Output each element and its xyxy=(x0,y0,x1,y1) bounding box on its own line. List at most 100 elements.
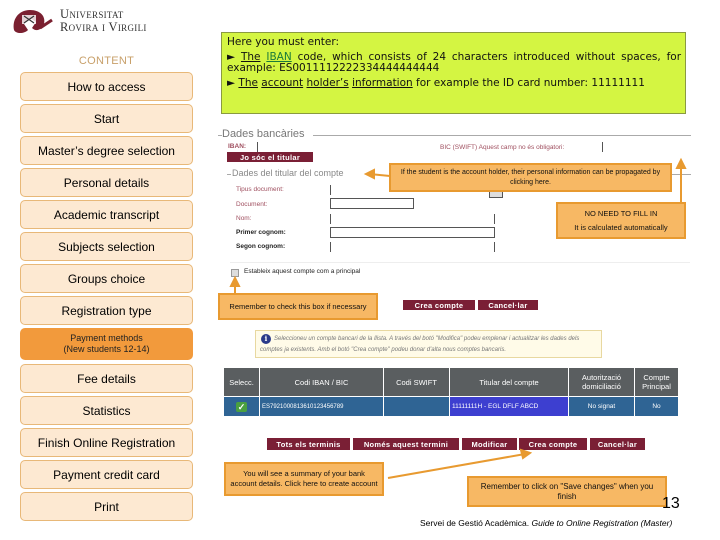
select-cell[interactable]: ✓ xyxy=(223,396,260,417)
nav-payment-methods[interactable]: Payment methods (New students 12-14) xyxy=(20,328,193,360)
all-terms-button[interactable]: Tots els terminis xyxy=(267,438,350,450)
nav-print[interactable]: Print xyxy=(20,492,193,521)
arrow-summary xyxy=(387,453,526,479)
bank-details-legend: Dades bancàries xyxy=(222,128,305,140)
nav-label: Fee details xyxy=(77,371,136,386)
bullet-icon: ► xyxy=(227,77,236,89)
nav-label: Start xyxy=(93,111,120,126)
nav-label: Payment methods xyxy=(70,333,143,343)
nav-payment-credit-card[interactable]: Payment credit card xyxy=(20,460,193,489)
arrow-head xyxy=(363,168,375,180)
principal-cell: No xyxy=(634,396,679,417)
text-account: account xyxy=(261,77,304,89)
nav-label: Payment credit card xyxy=(53,467,160,482)
document-label: Document: xyxy=(236,201,268,208)
callout-text: It is calculated automatically xyxy=(574,222,668,232)
divider xyxy=(313,135,691,136)
nav-fee-details[interactable]: Fee details xyxy=(20,364,193,393)
page-number: 13 xyxy=(662,495,680,512)
notice-text: Seleccioneu un compte bancari de la llis… xyxy=(260,336,580,353)
create-account-button-2[interactable]: Crea compte xyxy=(519,438,587,450)
document-input[interactable] xyxy=(330,198,414,209)
instruction-item-iban: ► The IBAN code, which consists of 24 ch… xyxy=(227,52,681,74)
first-surname-label: Primer cognom: xyxy=(236,229,286,236)
name-input[interactable] xyxy=(330,214,331,224)
table-row[interactable]: ✓ ES7921000813610123456789 11111111H - E… xyxy=(223,396,679,417)
name-label: Nom: xyxy=(236,215,252,222)
col-select: Selecc. xyxy=(223,367,260,397)
footer: Servei de Gestió Acadèmica. Guide to Onl… xyxy=(420,518,672,528)
callout-text: Remember to click on "Save changes" when… xyxy=(480,481,654,501)
callout-save: Remember to click on "Save changes" when… xyxy=(467,476,667,507)
holder-details-legend: Dades del titular del compte xyxy=(232,168,344,178)
modify-button[interactable]: Modificar xyxy=(462,438,517,450)
nav-label: Finish Online Registration xyxy=(37,435,176,450)
nav-academic-transcript[interactable]: Academic transcript xyxy=(20,200,193,229)
nav-label: Registration type xyxy=(61,303,152,318)
instruction-box: Here you must enter: ► The IBAN code, wh… xyxy=(221,32,686,114)
nav-personal-details[interactable]: Personal details xyxy=(20,168,193,197)
text-holders: holder’s xyxy=(306,77,349,89)
nav-groups-choice[interactable]: Groups choice xyxy=(20,264,193,293)
bic-label: BIC (SWIFT) Aquest camp no és obligatori… xyxy=(440,144,565,151)
second-surname-input[interactable] xyxy=(330,242,331,252)
iban-label: IBAN: xyxy=(228,143,247,150)
callout-summary: You will see a summary of your bank acco… xyxy=(224,462,384,496)
nav-subjects-selection[interactable]: Subjects selection xyxy=(20,232,193,261)
checkmark-icon[interactable]: ✓ xyxy=(236,401,247,412)
footer-org: Servei de Gestió Acadèmica. xyxy=(420,518,532,528)
nav-sublabel: (New students 12-14) xyxy=(63,344,150,354)
nav-label: Groups choice xyxy=(67,271,146,286)
info-notice: i Seleccioneu un compte bancari de la ll… xyxy=(255,330,602,358)
holder-description: for example the ID card number: 11111111 xyxy=(412,77,645,89)
account-holder-button[interactable]: Jo sóc el titular xyxy=(227,152,313,162)
name-input-end xyxy=(494,214,495,224)
iban-input[interactable] xyxy=(257,142,258,152)
second-surname-label: Segon cognom: xyxy=(236,243,286,250)
callout-text: If the student is the account holder, th… xyxy=(400,168,661,186)
arrow-head xyxy=(519,448,533,460)
nav-label: Master’s degree selection xyxy=(38,143,175,158)
callout-text: You will see a summary of your bank acco… xyxy=(230,469,378,488)
nav-label: How to access xyxy=(67,79,146,94)
nav-label: Statistics xyxy=(82,403,131,418)
callout-title: NO NEED TO FILL IN xyxy=(584,208,658,218)
sidebar-title: CONTENT xyxy=(78,55,135,67)
nav-label: Subjects selection xyxy=(58,239,155,254)
first-surname-input[interactable] xyxy=(330,227,495,238)
cancel-button-2[interactable]: Cancel·lar xyxy=(590,438,645,450)
principal-account-checkbox[interactable] xyxy=(231,269,239,277)
document-type-select[interactable] xyxy=(330,185,331,195)
bic-input[interactable] xyxy=(602,142,603,152)
callout-no-need: NO NEED TO FILL IN It is calculated auto… xyxy=(556,202,686,239)
nav-label: Academic transcript xyxy=(53,207,160,222)
instruction-intro: Here you must enter: xyxy=(227,36,340,48)
create-account-button[interactable]: Crea compte xyxy=(403,300,475,310)
nav-label: Personal details xyxy=(63,175,150,190)
second-surname-input-end xyxy=(494,242,495,252)
nav-statistics[interactable]: Statistics xyxy=(20,396,193,425)
nav-how-to-access[interactable]: How to access xyxy=(20,72,193,101)
arrow-head xyxy=(229,275,241,287)
document-type-label: Tipus document: xyxy=(236,186,284,193)
text-information: information xyxy=(352,77,413,89)
this-term-button[interactable]: Només aquest termini xyxy=(353,438,459,450)
swift-cell xyxy=(383,396,450,417)
nav-registration-type[interactable]: Registration type xyxy=(20,296,193,325)
nav-masters-degree-selection[interactable]: Master’s degree selection xyxy=(20,136,193,165)
col-swift: Codi SWIFT xyxy=(383,367,450,397)
iban-cell: ES7921000813610123456789 xyxy=(259,396,384,417)
divider xyxy=(230,262,690,263)
nav-finish-online-registration[interactable]: Finish Online Registration xyxy=(20,428,193,457)
callout-holder: If the student is the account holder, th… xyxy=(389,163,672,192)
footer-title: Guide to Online Registration (Master) xyxy=(531,518,673,528)
instruction-item-holder: ► The account holder’s information for e… xyxy=(227,78,681,89)
col-holder: Titular del compte xyxy=(449,367,569,397)
arrow-holder xyxy=(369,173,391,177)
text-the: The xyxy=(238,77,258,89)
bank-accounts-table: Selecc. Codi IBAN / BIC Codi SWIFT Titul… xyxy=(223,367,679,417)
authorization-cell: No signat xyxy=(568,396,635,417)
callout-text: Remember to check this box if necessary xyxy=(229,301,367,311)
cancel-button[interactable]: Cancel·lar xyxy=(478,300,538,310)
nav-start[interactable]: Start xyxy=(20,104,193,133)
